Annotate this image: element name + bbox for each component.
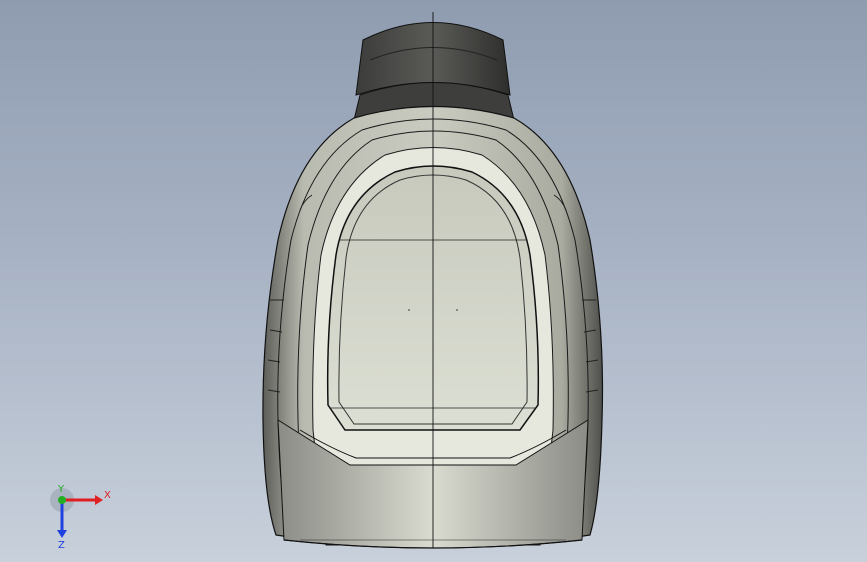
z-axis-head (57, 530, 67, 538)
z-axis-label: Z (58, 540, 65, 550)
x-axis-label: X (104, 490, 111, 501)
scanner-neck (353, 22, 515, 121)
graphics-viewport[interactable]: X Y Z (0, 0, 867, 562)
x-axis-head (95, 495, 103, 505)
y-axis-label: Y (57, 484, 65, 495)
orientation-triad[interactable]: X Y Z (40, 480, 120, 550)
y-axis-dot (58, 496, 66, 504)
model-view[interactable] (0, 0, 867, 562)
